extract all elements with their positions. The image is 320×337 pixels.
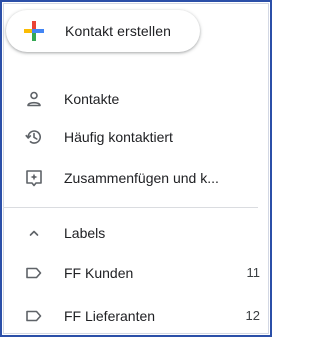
- create-contact-label: Kontakt erstellen: [65, 23, 171, 39]
- colored-plus-icon: [24, 21, 44, 41]
- history-icon: [25, 130, 41, 144]
- nav-item-label: Kontakte: [64, 91, 120, 107]
- nav-item-label: Zusammenfügen und k...: [64, 170, 219, 186]
- label-item-ff-kunden[interactable]: FF Kunden 11: [2, 257, 262, 289]
- sidebar-panel: Kontakt erstellen Kontakte Häufig kontak…: [0, 0, 272, 337]
- nav-item-label: Häufig kontaktiert: [64, 129, 173, 145]
- label-icon: [26, 310, 42, 322]
- chevron-up-icon: [29, 230, 39, 236]
- create-contact-button[interactable]: Kontakt erstellen: [6, 10, 200, 52]
- label-item-label: FF Lieferanten: [64, 308, 156, 324]
- nav-item-contacts[interactable]: Kontakte: [2, 83, 262, 115]
- nav-item-frequently-contacted[interactable]: Häufig kontaktiert: [2, 121, 262, 153]
- person-icon: [27, 91, 41, 107]
- label-icon: [26, 267, 42, 279]
- section-divider: [4, 207, 258, 208]
- labels-section-toggle[interactable]: Labels: [2, 217, 262, 249]
- label-item-count: 11: [246, 265, 261, 280]
- label-item-count: 12: [245, 308, 260, 323]
- label-item-ff-lieferanten[interactable]: FF Lieferanten 12: [2, 300, 262, 332]
- labels-header: Labels: [64, 225, 106, 241]
- nav-item-merge-and-fix[interactable]: Zusammenfügen und k...: [2, 162, 262, 194]
- label-item-label: FF Kunden: [64, 265, 134, 281]
- merge-sparkle-icon: [26, 170, 42, 187]
